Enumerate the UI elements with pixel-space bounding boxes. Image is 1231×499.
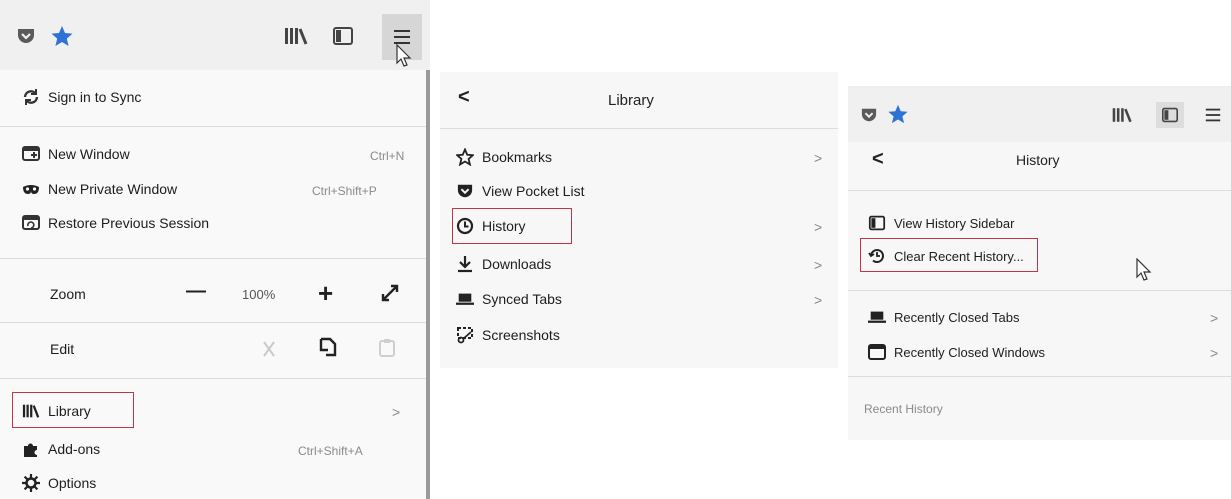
shortcut-new-window: Ctrl+N xyxy=(370,149,405,163)
divider xyxy=(0,378,426,379)
divider xyxy=(0,258,426,259)
panel-title: Library xyxy=(608,92,654,109)
sidebar-toggle-icon[interactable] xyxy=(330,24,356,48)
pocket-icon xyxy=(456,182,474,200)
menu-item-label: Add-ons xyxy=(48,441,101,457)
library-item-label: Downloads xyxy=(482,256,552,272)
edit-label: Edit xyxy=(50,341,74,357)
main-menu-panel: Sign in to Sync New Window Ctrl+N New Pr… xyxy=(0,0,430,499)
history-item-label: View History Sidebar xyxy=(894,215,1015,231)
history-item-label: Recently Closed Windows xyxy=(894,344,1046,360)
window-icon xyxy=(868,343,886,361)
menu-item-label: Sign in to Sync xyxy=(48,89,142,105)
screenshot-scissors-icon xyxy=(456,326,474,344)
pocket-icon[interactable] xyxy=(14,24,38,48)
download-arrow-icon xyxy=(456,255,474,273)
hamburger-menu-button[interactable] xyxy=(1200,102,1226,128)
shortcut-addons: Ctrl+Shift+A xyxy=(298,444,363,458)
menu-item-label: New Window xyxy=(48,146,130,162)
private-mask-icon xyxy=(22,180,40,198)
menu-item-new-private-window[interactable]: New Private Window xyxy=(22,180,177,198)
chevron-right-icon: > xyxy=(814,292,823,308)
history-item-closed-windows[interactable]: Recently Closed Windows xyxy=(868,343,1045,361)
zoom-out-button[interactable]: — xyxy=(186,280,206,303)
copy-icon[interactable] xyxy=(318,336,338,363)
sidebar-toggle-icon[interactable] xyxy=(1156,102,1184,128)
zoom-label: Zoom xyxy=(50,286,86,302)
divider xyxy=(848,376,1231,377)
puzzle-piece-icon xyxy=(22,440,40,458)
history-item-closed-tabs[interactable]: Recently Closed Tabs xyxy=(868,308,1020,326)
zoom-reset-button[interactable]: 100% xyxy=(242,287,275,302)
menu-item-label: New Private Window xyxy=(48,181,178,197)
library-item-label: Synced Tabs xyxy=(482,291,562,307)
paste-icon[interactable] xyxy=(378,338,396,363)
laptop-icon xyxy=(456,290,474,308)
divider xyxy=(0,126,426,127)
menu-item-label: Options xyxy=(48,475,97,491)
edit-label-text: Edit xyxy=(50,341,75,357)
menu-item-addons[interactable]: Add-ons xyxy=(22,440,100,458)
clear-history-highlight-box xyxy=(860,238,1038,272)
restore-session-icon xyxy=(22,214,40,232)
star-outline-icon xyxy=(456,148,474,166)
library-highlight-box xyxy=(12,392,134,428)
bookmark-star-icon[interactable] xyxy=(886,102,910,126)
chevron-right-icon: > xyxy=(814,150,823,166)
chevron-right-icon: > xyxy=(1210,345,1219,361)
menu-item-options[interactable]: Options xyxy=(22,474,96,492)
cut-icon[interactable] xyxy=(260,340,278,363)
menu-item-label: Restore Previous Session xyxy=(48,215,210,231)
divider xyxy=(848,290,1231,291)
history-panel: < History View History Sidebar Clear Rec… xyxy=(848,86,1231,440)
library-item-label: Bookmarks xyxy=(482,149,553,165)
bookmark-star-icon[interactable] xyxy=(48,22,76,50)
menu-right-border xyxy=(426,70,430,499)
recent-history-heading: Recent History xyxy=(864,402,943,416)
panel-title: History xyxy=(1016,152,1060,168)
sidebar-icon xyxy=(868,214,886,232)
menu-body xyxy=(0,70,430,499)
shortcut-new-private-window: Ctrl+Shift+P xyxy=(312,184,377,198)
menu-item-restore-session[interactable]: Restore Previous Session xyxy=(22,214,209,232)
fullscreen-icon[interactable] xyxy=(380,283,400,308)
library-item-pocket[interactable]: View Pocket List xyxy=(456,182,584,200)
library-item-label: Screenshots xyxy=(482,327,560,343)
sync-icon xyxy=(22,88,40,106)
library-toolbar-icon[interactable] xyxy=(1110,104,1134,126)
gear-icon xyxy=(22,474,40,492)
library-item-bookmarks[interactable]: Bookmarks xyxy=(456,148,552,166)
chevron-right-icon: > xyxy=(392,404,401,420)
menu-item-new-window[interactable]: New Window xyxy=(22,145,130,163)
divider xyxy=(0,322,426,323)
history-item-label: Recently Closed Tabs xyxy=(894,309,1020,325)
library-item-synced-tabs[interactable]: Synced Tabs xyxy=(456,290,562,308)
cursor-arrow-icon xyxy=(396,43,412,73)
new-window-icon xyxy=(22,145,40,163)
library-item-downloads[interactable]: Downloads xyxy=(456,255,551,273)
back-button[interactable]: < xyxy=(458,86,470,109)
divider xyxy=(440,128,838,129)
history-item-view-sidebar[interactable]: View History Sidebar xyxy=(868,214,1014,232)
chevron-right-icon: > xyxy=(814,219,823,235)
library-panel: < Library Bookmarks > View Pocket List H… xyxy=(440,72,838,368)
library-item-screenshots[interactable]: Screenshots xyxy=(456,326,560,344)
menu-item-sync[interactable]: Sign in to Sync xyxy=(22,88,141,106)
pocket-icon[interactable] xyxy=(858,104,880,126)
history-highlight-box xyxy=(452,208,572,244)
library-item-label: View Pocket List xyxy=(482,183,585,199)
back-button[interactable]: < xyxy=(872,148,884,171)
zoom-in-button[interactable]: + xyxy=(318,278,333,309)
divider xyxy=(848,190,1231,191)
library-toolbar-icon[interactable] xyxy=(282,24,310,48)
chevron-right-icon: > xyxy=(814,257,823,273)
laptop-icon xyxy=(868,308,886,326)
zoom-label-text: Zoom xyxy=(50,286,86,302)
cursor-arrow-icon xyxy=(1136,257,1152,287)
chevron-right-icon: > xyxy=(1210,310,1219,326)
